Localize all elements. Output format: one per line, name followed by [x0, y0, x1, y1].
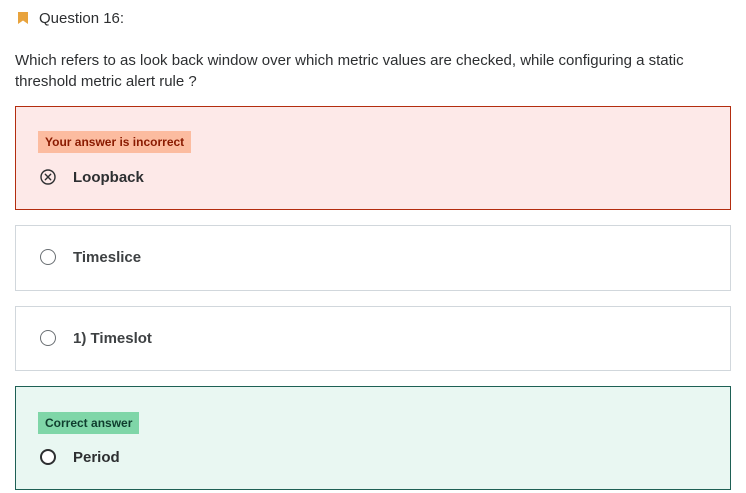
- answer-choice-label: Period: [73, 448, 120, 466]
- radio-icon[interactable]: [40, 449, 56, 465]
- answer-choice[interactable]: Timeslice: [40, 247, 141, 267]
- question-prompt: Which refers to as look back window over…: [15, 52, 684, 90]
- radio-icon[interactable]: [40, 330, 56, 346]
- radio-icon[interactable]: [40, 249, 56, 265]
- incorrect-answer-badge: Your answer is incorrect: [38, 131, 192, 153]
- answer-choice[interactable]: Loopback: [40, 167, 144, 187]
- question-number: Question 16:: [39, 9, 125, 27]
- correct-answer-badge: Correct answer: [38, 412, 140, 434]
- quiz-review-page: Question 16: Which refers to as look bac…: [0, 0, 746, 493]
- answer-option-correct[interactable]: Correct answer Period: [15, 386, 731, 490]
- answer-option[interactable]: 1) Timeslot: [15, 306, 731, 371]
- answer-option[interactable]: Timeslice: [15, 225, 731, 291]
- x-circle-icon: [40, 169, 56, 185]
- question-header: Question 16:: [18, 8, 124, 28]
- bookmark-icon[interactable]: [18, 12, 28, 24]
- answer-choice-label: 1) Timeslot: [73, 329, 152, 347]
- answer-choice[interactable]: Period: [40, 447, 120, 467]
- answer-choice-label: Timeslice: [73, 248, 142, 266]
- answer-choice[interactable]: 1) Timeslot: [40, 328, 152, 348]
- answer-choice-label: Loopback: [73, 168, 144, 186]
- answer-option-incorrect[interactable]: Your answer is incorrect Loopback: [15, 106, 731, 210]
